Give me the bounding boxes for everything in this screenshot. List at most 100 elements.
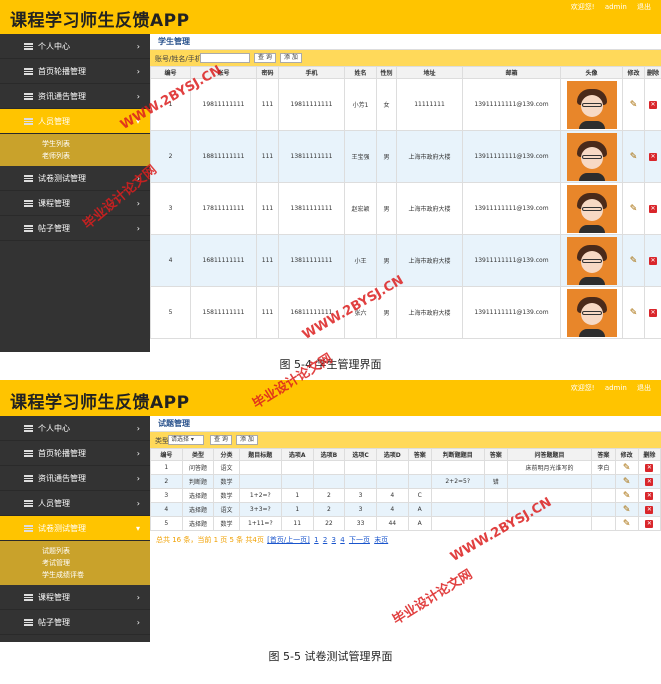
delete-icon[interactable]: ✕ <box>645 463 654 472</box>
search-input[interactable] <box>200 53 250 63</box>
pencil-icon[interactable]: ✎ <box>623 477 631 487</box>
avatar <box>566 236 617 285</box>
pager-page-3[interactable]: 3 <box>332 536 336 544</box>
edit-cell: ✎ <box>614 502 639 517</box>
main-content: 学生管理 账号/姓名/手机 查 询 添 加 编号 账号 密码 手机 姓名 性别 地址 邮箱 头像… <box>150 34 661 352</box>
sidebar-item-label: 帖子管理 <box>38 618 70 627</box>
delete-icon[interactable]: ✕ <box>649 308 657 317</box>
pencil-icon[interactable]: ✎ <box>623 491 631 501</box>
sidebar-item-post[interactable]: 帖子管理 › <box>0 216 150 241</box>
table-cell: 王宝强 <box>344 130 377 183</box>
pencil-icon[interactable]: ✎ <box>623 463 631 473</box>
sidebar-item-people[interactable]: 人员管理 ▾ <box>0 109 150 134</box>
column-header: 答案 <box>407 448 432 461</box>
delete-icon[interactable]: ✕ <box>645 477 654 486</box>
table-row: 4 选择题 语文 3+3=? 1 2 3 4 A ✎ ✕ <box>150 502 661 517</box>
sidebar-item-carousel[interactable]: 首页轮播管理 › <box>0 59 150 84</box>
table-cell: 44 <box>375 516 409 531</box>
pencil-icon[interactable]: ✎ <box>630 308 638 318</box>
type-select[interactable]: 请选择 ▾ <box>168 435 204 445</box>
pencil-icon[interactable]: ✎ <box>630 256 638 266</box>
table-cell: 小芳1 <box>344 78 377 131</box>
sidebar-item-course[interactable]: 课程管理 › <box>0 585 150 610</box>
table-cell: 4 <box>375 502 409 517</box>
sidebar-item-notice[interactable]: 资讯通告管理 › <box>0 84 150 109</box>
delete-icon[interactable]: ✕ <box>649 100 657 109</box>
sidebar-item-post[interactable]: 帖子管理 › <box>0 610 150 635</box>
sidebar-item-exam[interactable]: 试卷测试管理 ▾ <box>0 516 150 541</box>
pager-page-4[interactable]: 4 <box>340 536 344 544</box>
search-button[interactable]: 查 询 <box>210 435 232 445</box>
chevron-right-icon: › <box>136 474 140 483</box>
chevron-right-icon: › <box>136 174 140 183</box>
app-title: 课程学习师生反馈APP <box>10 393 190 413</box>
column-header: 删除 <box>637 448 661 461</box>
chevron-right-icon: › <box>136 42 140 51</box>
delete-icon[interactable]: ✕ <box>649 152 657 161</box>
sidebar-item-course[interactable]: 课程管理 › <box>0 191 150 216</box>
table-cell: 2 <box>150 130 191 183</box>
submenu-student-list[interactable]: 学生列表 <box>0 138 150 150</box>
table-row: 5 选择题 数学 1+11=? 11 22 33 44 A ✎ ✕ <box>150 516 661 531</box>
menu-icon <box>24 475 33 482</box>
table-cell: 11 <box>280 516 314 531</box>
table-row: 1 19811111111 111 19811111111 小芳1 女 11111111 13… <box>150 78 661 131</box>
submenu-score-eval[interactable]: 学生成绩评卷 <box>0 569 150 581</box>
delete-icon[interactable]: ✕ <box>645 491 654 500</box>
delete-icon[interactable]: ✕ <box>645 519 654 528</box>
sidebar-item-carousel[interactable]: 首页轮播管理 › <box>0 441 150 466</box>
table-cell: 17811111111 <box>190 182 257 235</box>
add-button[interactable]: 添 加 <box>236 435 258 445</box>
column-header: 类型 <box>181 448 215 461</box>
menu-icon <box>24 225 33 232</box>
pager-last[interactable]: 末页 <box>374 536 388 544</box>
pencil-icon[interactable]: ✎ <box>630 152 638 162</box>
table-cell: 男 <box>376 286 397 339</box>
chevron-right-icon: › <box>136 92 140 101</box>
submenu-exam-list[interactable]: 试题列表 <box>0 545 150 557</box>
sidebar-item-people[interactable]: 人员管理 › <box>0 491 150 516</box>
table-cell: 1+2=? <box>238 488 282 503</box>
avatar-cell <box>560 234 623 287</box>
delete-icon[interactable]: ✕ <box>649 204 657 213</box>
pencil-icon[interactable]: ✎ <box>623 505 631 515</box>
table-row: 5 15811111111 111 16811111111 张六男上海市政府大楼 1391… <box>150 286 661 339</box>
column-header: 修改 <box>614 448 639 461</box>
pager-first-prev[interactable]: [首页/上一页] <box>267 536 310 544</box>
search-button[interactable]: 查 询 <box>254 53 276 63</box>
delete-icon[interactable]: ✕ <box>649 256 657 265</box>
sidebar-item-label: 课程管理 <box>38 593 70 602</box>
username[interactable]: admin <box>605 384 627 392</box>
pencil-icon[interactable]: ✎ <box>623 519 631 529</box>
sidebar-item-notice[interactable]: 资讯通告管理 › <box>0 466 150 491</box>
table-cell <box>591 488 616 503</box>
submenu-exam-manage[interactable]: 考试管理 <box>0 557 150 569</box>
table-cell: 3 <box>150 182 191 235</box>
avatar <box>566 132 617 181</box>
delete-icon[interactable]: ✕ <box>645 505 654 514</box>
pencil-icon[interactable]: ✎ <box>630 100 638 110</box>
table-cell <box>312 460 346 475</box>
pager-page-2[interactable]: 2 <box>323 536 327 544</box>
sidebar-item-exam[interactable]: 试卷测试管理 › <box>0 166 150 191</box>
username[interactable]: admin <box>605 3 627 11</box>
table-cell: 上海市政府大楼 <box>396 182 463 235</box>
sidebar-item-personal[interactable]: 个人中心 › <box>0 34 150 59</box>
edit-cell: ✎ <box>622 234 645 287</box>
submenu-teacher-list[interactable]: 老师列表 <box>0 150 150 162</box>
logout-link[interactable]: 退出 <box>637 384 651 392</box>
table-cell: 1 <box>150 460 183 475</box>
table-cell <box>344 474 377 489</box>
column-header: 选项D <box>375 448 409 461</box>
sidebar-item-label: 首页轮播管理 <box>38 67 86 76</box>
figure-caption-5-5: 图 5-5 试卷测试管理界面 <box>268 650 393 663</box>
table-cell: 选择题 <box>181 502 215 517</box>
delete-cell: ✕ <box>644 234 661 287</box>
logout-link[interactable]: 退出 <box>637 3 651 11</box>
pager-next[interactable]: 下一页 <box>349 536 370 544</box>
pencil-icon[interactable]: ✎ <box>630 204 638 214</box>
sidebar-item-personal[interactable]: 个人中心 › <box>0 416 150 441</box>
add-button[interactable]: 添 加 <box>280 53 302 63</box>
pager-page-1[interactable]: 1 <box>314 536 318 544</box>
chevron-right-icon: › <box>136 199 140 208</box>
